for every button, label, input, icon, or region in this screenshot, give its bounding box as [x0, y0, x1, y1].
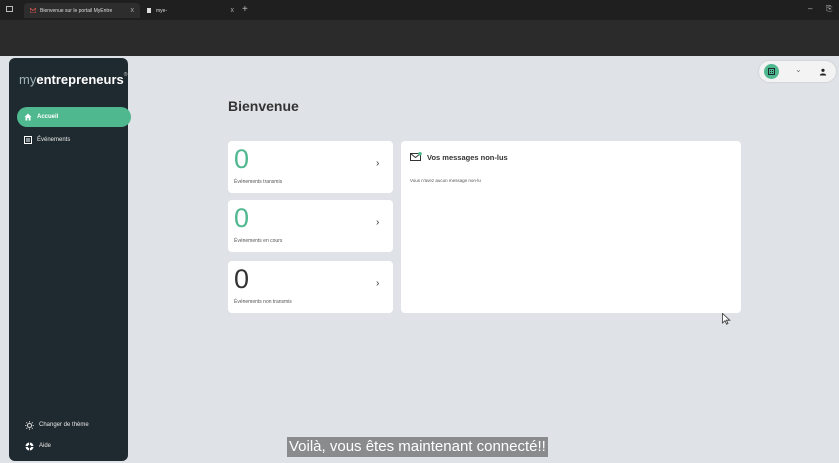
- sidebar-item-accueil[interactable]: Accueil: [17, 107, 131, 127]
- chevron-right-icon: ›: [376, 278, 380, 289]
- stat-card-non-transmis[interactable]: 0 Événements non transmis ›: [228, 261, 393, 313]
- stat-value: 0: [234, 144, 250, 174]
- messages-empty-text: Vous n'avez aucun message non-lu: [410, 178, 481, 183]
- change-theme-button[interactable]: Changer de thème: [19, 415, 133, 435]
- organization-icon[interactable]: [764, 64, 779, 79]
- video-caption: Voilà, vous êtes maintenant connecté!!: [287, 437, 548, 457]
- window-menu-icon[interactable]: [6, 6, 13, 12]
- browser-tab[interactable]: mye- x: [140, 3, 240, 18]
- restore-button[interactable]: ⎘: [826, 4, 832, 14]
- sidebar-item-label: Aide: [39, 443, 52, 449]
- close-tab-icon[interactable]: x: [131, 7, 135, 14]
- browser-toolbar: [0, 20, 839, 56]
- minimize-button[interactable]: –: [808, 4, 812, 13]
- home-icon: [23, 113, 32, 121]
- user-icon[interactable]: [815, 64, 830, 79]
- stat-label: Événements non transmis: [234, 299, 292, 305]
- chevron-right-icon: ›: [376, 158, 380, 169]
- new-tab-button[interactable]: +: [242, 4, 248, 15]
- help-button[interactable]: Aide: [19, 436, 133, 456]
- stat-card-transmis[interactable]: 0 Événements transmis ›: [228, 141, 393, 193]
- page-title: Bienvenue: [228, 98, 299, 114]
- tab-title: Bienvenue sur le portail MyEntre: [40, 7, 113, 14]
- sidebar: myentrepreneurs® Accueil Événements Chan…: [9, 58, 131, 461]
- envelope-icon: [410, 152, 422, 161]
- mouse-cursor-icon: [722, 313, 731, 325]
- sidebar-item-label: Événements: [37, 137, 71, 143]
- unread-messages-card: Vos messages non-lus Vous n'avez aucun m…: [401, 141, 741, 313]
- browser-tab-active[interactable]: Bienvenue sur le portail MyEntre x: [24, 3, 140, 18]
- tab-title: mye-: [156, 7, 168, 14]
- stat-label: Événements transmis: [234, 179, 283, 185]
- brand-logo[interactable]: myentrepreneurs®: [19, 72, 127, 87]
- help-icon: [25, 442, 34, 451]
- browser-tab-bar: Bienvenue sur le portail MyEntre x mye- …: [0, 0, 839, 20]
- stat-value: 0: [234, 264, 250, 294]
- chevron-down-icon[interactable]: ⌄: [795, 65, 802, 74]
- theme-icon: [25, 420, 34, 430]
- stat-value: 0: [234, 203, 250, 233]
- chevron-right-icon: ›: [376, 217, 380, 228]
- messages-title: Vos messages non-lus: [427, 153, 508, 162]
- app-page: myentrepreneurs® Accueil Événements Chan…: [0, 56, 839, 463]
- sidebar-item-label: Changer de thème: [39, 422, 89, 428]
- calendar-icon: [23, 136, 32, 144]
- sidebar-item-evenements[interactable]: Événements: [17, 130, 131, 150]
- stat-label: Événements en cours: [234, 238, 283, 244]
- account-switcher[interactable]: ⌄: [759, 61, 836, 82]
- gmail-icon: [30, 8, 36, 13]
- page-icon: [147, 8, 151, 13]
- stat-card-en-cours[interactable]: 0 Événements en cours ›: [228, 200, 393, 252]
- sidebar-item-label: Accueil: [37, 114, 59, 120]
- close-tab-icon[interactable]: x: [231, 7, 235, 14]
